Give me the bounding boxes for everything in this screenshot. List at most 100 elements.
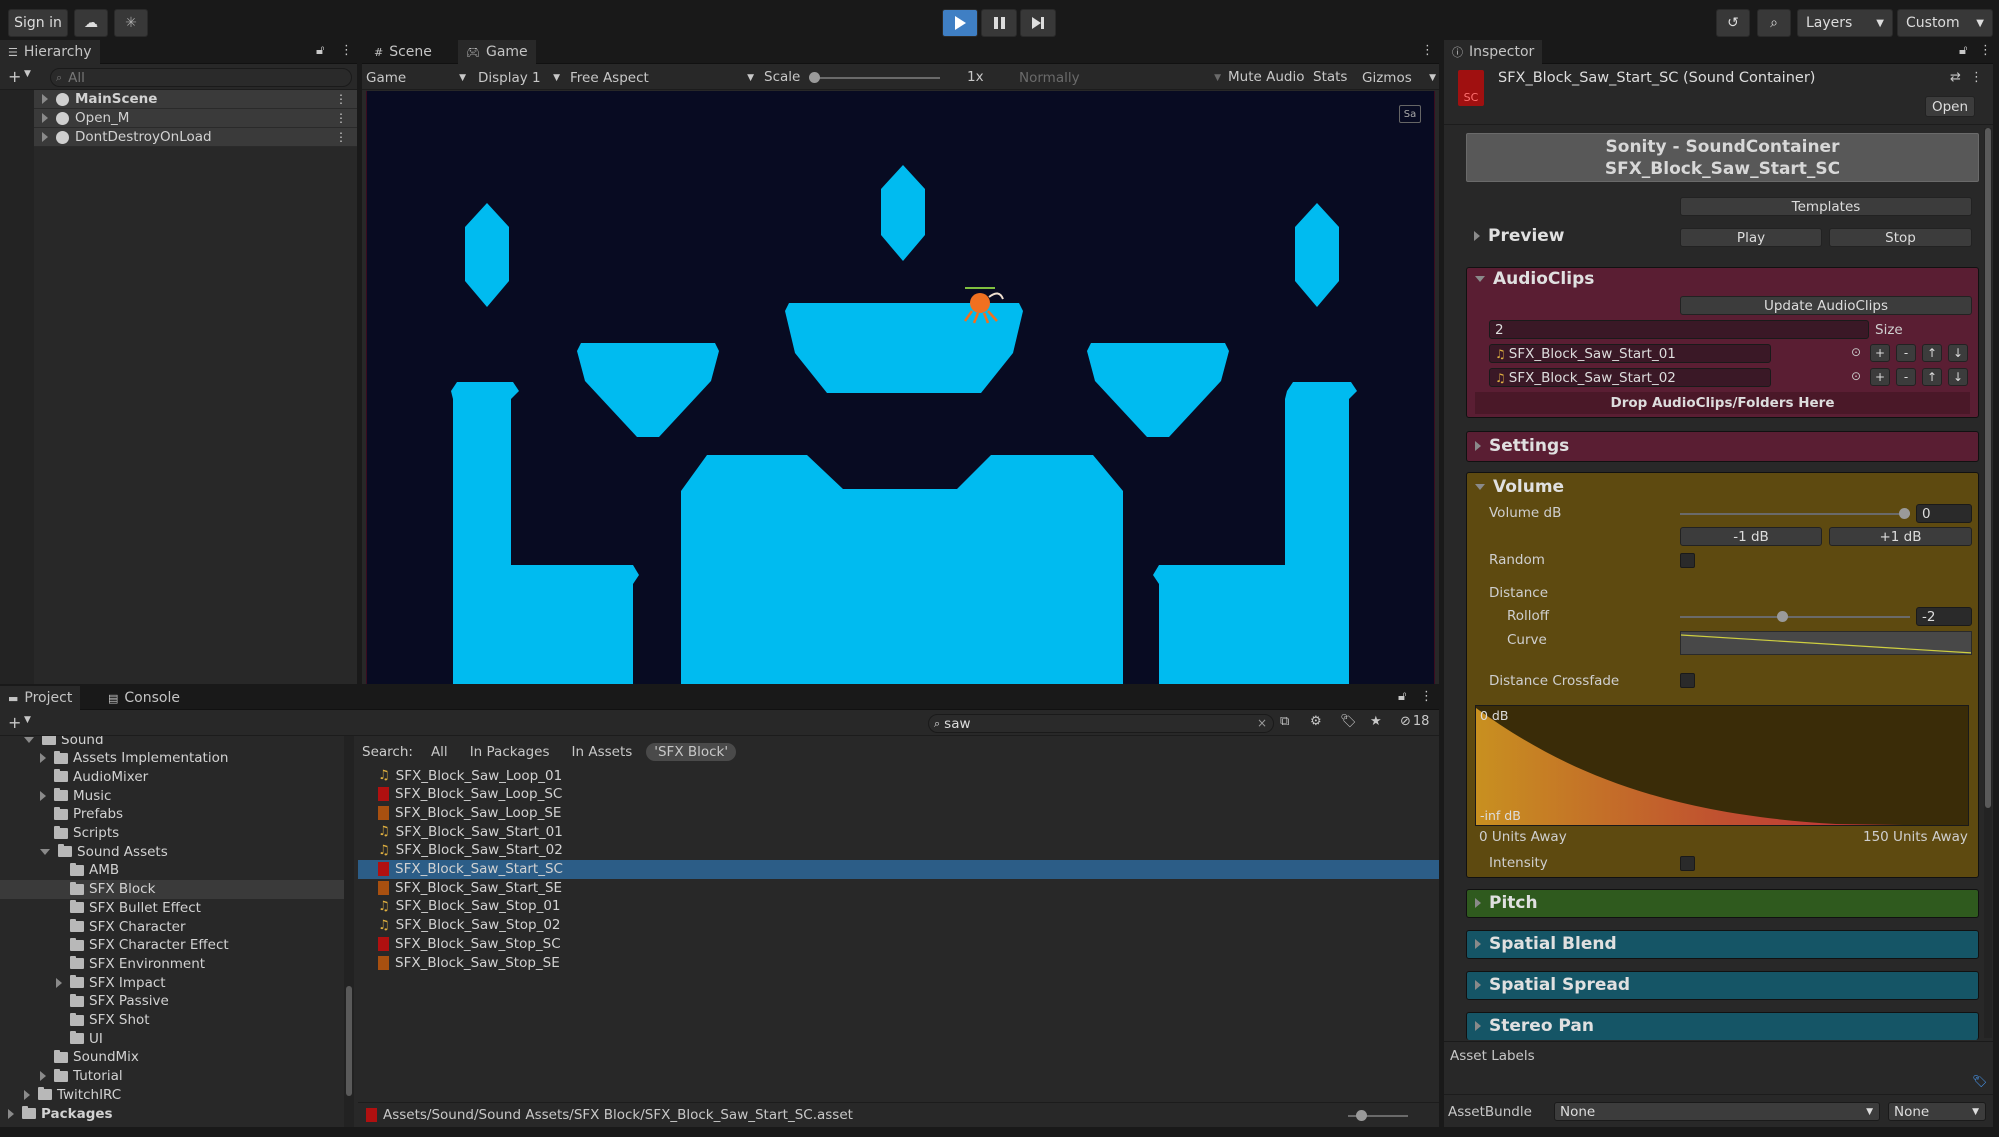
audioclip-field[interactable]: ♫ SFX_Block_Saw_Start_01 — [1489, 344, 1771, 363]
more-icon[interactable]: ⋮ — [1421, 43, 1434, 58]
plus-db-button[interactable]: +1 dB — [1829, 527, 1972, 546]
folder-tree-item[interactable]: SFX Character — [0, 917, 344, 936]
project-search-input[interactable]: ⌕ saw × — [928, 714, 1274, 733]
chevron-right-icon[interactable] — [24, 1089, 30, 1100]
chevron-right-icon[interactable] — [8, 1108, 14, 1119]
clip-up-button[interactable]: ↑ — [1922, 344, 1942, 362]
preview-foldout[interactable]: Preview — [1474, 226, 1565, 246]
spatial-spread-section[interactable]: Spatial Spread — [1466, 971, 1979, 1000]
lock-icon[interactable]: 🔓︎ — [1959, 43, 1967, 58]
distance-crossfade-checkbox[interactable] — [1680, 673, 1695, 688]
search-filter-chip[interactable]: 'SFX Block' — [646, 743, 737, 761]
chevron-down-icon[interactable]: ▼ — [24, 69, 31, 79]
filter-label-icon[interactable]: 🏷︎ — [1340, 714, 1357, 729]
chevron-right-icon[interactable] — [40, 1071, 46, 1082]
hierarchy-item[interactable]: Open_M ⋮ — [34, 109, 357, 128]
gizmos-dropdown[interactable]: Gizmos ▼ — [1362, 68, 1436, 87]
clip-down-button[interactable]: ↓ — [1948, 368, 1968, 386]
stop-preview-button[interactable]: Stop — [1829, 228, 1972, 247]
file-list-item[interactable]: SFX_Block_Saw_Loop_SE — [358, 803, 1439, 822]
mute-audio-toggle[interactable]: Mute Audio — [1228, 69, 1304, 85]
object-picker-icon[interactable]: ⊙ — [1851, 369, 1861, 383]
folder-tree-item[interactable]: AMB — [0, 861, 344, 880]
rolloff-field[interactable]: -2 — [1916, 607, 1972, 626]
chevron-right-icon[interactable] — [56, 977, 62, 988]
drop-audioclips-zone[interactable]: Drop AudioClips/Folders Here — [1475, 392, 1970, 414]
clip-minus-button[interactable]: - — [1896, 368, 1916, 386]
search-scope-icon[interactable]: ⧉ — [1280, 714, 1289, 729]
chevron-down-icon[interactable] — [24, 736, 34, 743]
folder-tree-item[interactable]: SFX Environment — [0, 954, 344, 973]
pitch-foldout[interactable]: Pitch — [1475, 893, 1538, 913]
update-audioclips-button[interactable]: Update AudioClips — [1680, 296, 1972, 315]
play-preview-button[interactable]: Play — [1680, 228, 1822, 247]
lock-icon[interactable]: 🔓︎ — [1398, 689, 1406, 704]
rolloff-handle[interactable] — [1777, 611, 1788, 622]
spatial-spread-foldout[interactable]: Spatial Spread — [1475, 975, 1630, 995]
folder-tree-item[interactable]: Tutorial — [0, 1067, 344, 1086]
tag-icon[interactable]: 🏷︎ — [1972, 1074, 1987, 1088]
open-button[interactable]: Open — [1925, 96, 1975, 117]
folder-tree-item[interactable]: Prefabs — [0, 805, 344, 824]
sign-in-button[interactable]: Sign in — [8, 9, 68, 37]
tab-console[interactable]: ▤ Console — [100, 686, 188, 710]
volume-db-slider[interactable] — [1680, 513, 1910, 515]
audioclips-foldout[interactable]: AudioClips — [1475, 269, 1594, 289]
chevron-down-icon[interactable] — [40, 848, 50, 855]
volume-db-handle[interactable] — [1899, 508, 1910, 519]
filter-type-icon[interactable]: ⚙ — [1310, 714, 1322, 729]
assetbundle-variant-dropdown[interactable]: None ▼ — [1888, 1102, 1986, 1121]
search-filter-chip[interactable]: All — [423, 743, 456, 761]
play-button[interactable] — [942, 9, 978, 37]
file-list-item[interactable]: SFX_Block_Saw_Start_SC — [358, 859, 1439, 879]
scrollbar-thumb[interactable] — [346, 986, 352, 1096]
folder-tree-item[interactable]: Assets Implementation — [0, 749, 344, 768]
clip-minus-button[interactable]: - — [1896, 344, 1916, 362]
rolloff-slider[interactable] — [1680, 616, 1910, 618]
assetbundle-dropdown[interactable]: None ▼ — [1554, 1102, 1880, 1121]
file-list-item[interactable]: ♫ SFX_Block_Saw_Loop_01 — [358, 766, 1439, 785]
more-icon[interactable]: ⋮ — [335, 130, 347, 144]
folder-tree-item[interactable]: TwitchIRC — [0, 1085, 344, 1104]
mode-dropdown[interactable]: Game ▼ — [366, 68, 466, 87]
file-list-item[interactable]: ♫ SFX_Block_Saw_Start_02 — [358, 841, 1439, 860]
pause-button[interactable] — [981, 9, 1017, 37]
clip-down-button[interactable]: ↓ — [1948, 344, 1968, 362]
cloud-icon[interactable]: ☁ — [74, 9, 108, 37]
scrollbar-thumb[interactable] — [1985, 128, 1991, 808]
folder-tree-item[interactable]: Music — [0, 786, 344, 805]
vsync-dropdown[interactable]: Normally ▼ — [1019, 68, 1221, 87]
search-icon[interactable]: ⌕ — [1757, 9, 1791, 37]
object-picker-icon[interactable]: ⊙ — [1851, 345, 1861, 359]
spatial-blend-foldout[interactable]: Spatial Blend — [1475, 934, 1617, 954]
file-list-item[interactable]: ♫ SFX_Block_Saw_Stop_02 — [358, 916, 1439, 935]
lock-icon[interactable]: 🔓︎ — [316, 43, 324, 58]
hidden-packages-toggle[interactable]: ⊘ 18 — [1400, 714, 1429, 729]
hierarchy-item[interactable]: DontDestroyOnLoad ⋮ — [34, 128, 357, 147]
audioclips-count-field[interactable]: 2 — [1489, 320, 1869, 339]
folder-tree-item[interactable]: Packages — [0, 1104, 344, 1123]
file-list-item[interactable]: ♫ SFX_Block_Saw_Stop_01 — [358, 897, 1439, 916]
volume-foldout[interactable]: Volume — [1475, 477, 1564, 497]
stats-toggle[interactable]: Stats — [1313, 69, 1347, 85]
folder-tree-item[interactable]: SFX Block — [0, 879, 344, 899]
stereo-pan-section[interactable]: Stereo Pan — [1466, 1012, 1979, 1040]
file-list-item[interactable]: SFX_Block_Saw_Loop_SC — [358, 785, 1439, 804]
icon-size-handle[interactable] — [1356, 1110, 1367, 1121]
layout-dropdown[interactable]: Custom ▼ — [1897, 9, 1993, 37]
more-icon[interactable]: ⋮ — [1970, 70, 1983, 85]
file-list-item[interactable]: SFX_Block_Saw_Stop_SE — [358, 953, 1439, 972]
search-filter-chip[interactable]: In Packages — [462, 743, 558, 761]
chevron-right-icon[interactable] — [42, 113, 48, 123]
favorite-star-icon[interactable]: ★ — [1370, 714, 1382, 729]
intensity-checkbox[interactable] — [1680, 856, 1695, 871]
chevron-right-icon[interactable] — [42, 94, 48, 104]
chevron-right-icon[interactable] — [42, 132, 48, 142]
file-list-item[interactable]: SFX_Block_Saw_Stop_SC — [358, 934, 1439, 953]
pitch-section[interactable]: Pitch — [1466, 889, 1979, 918]
file-list-item[interactable]: SFX_Block_Saw_Start_SE — [358, 878, 1439, 897]
tab-hierarchy[interactable]: ☰ Hierarchy — [0, 40, 100, 64]
audioclip-field[interactable]: ♫ SFX_Block_Saw_Start_02 — [1489, 368, 1771, 387]
folder-tree-item[interactable]: SFX Shot — [0, 1011, 344, 1030]
aspect-dropdown[interactable]: Free Aspect ▼ — [570, 68, 754, 87]
